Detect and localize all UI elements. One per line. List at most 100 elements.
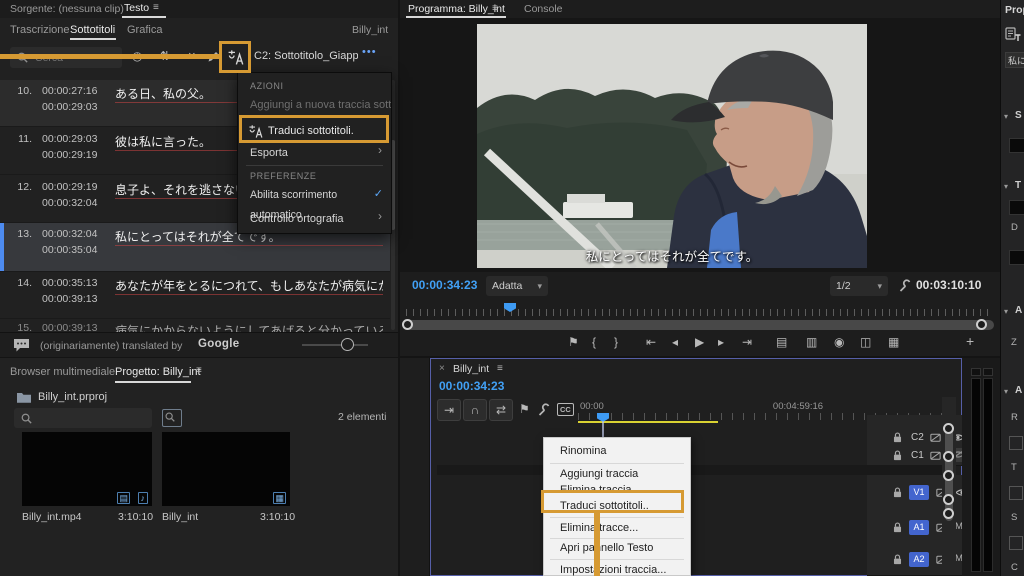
timeline-current-timecode[interactable]: 00:00:34:23 (439, 379, 504, 393)
tab-project[interactable]: Progetto: Billy_int (115, 366, 201, 378)
comparison-view-icon[interactable]: ◫ (860, 336, 871, 348)
video-frame[interactable]: 私にとってはそれが全てです。 (477, 24, 867, 268)
panel-menu-icon[interactable]: ≡ (497, 364, 503, 374)
export-frame-icon[interactable]: ◉ (834, 336, 844, 348)
menu-item-export[interactable]: Esporta (238, 143, 391, 163)
mark-out-icon[interactable]: } (614, 336, 618, 348)
track-scrollbar-strip[interactable] (942, 397, 956, 575)
track-target-badge[interactable]: A1 (909, 520, 929, 535)
snap-magnet-toggle[interactable]: ∩ (463, 399, 487, 421)
tab-media-browser[interactable]: Browser multimediale (10, 366, 115, 378)
menu-item-autoscroll[interactable]: Abilita scorrimento automatico (238, 185, 391, 205)
panel-menu-icon[interactable]: ≡ (492, 4, 498, 14)
ctx-open-text-panel[interactable]: Apri pannello Testo (544, 540, 690, 556)
sync-lock-icon[interactable] (929, 431, 942, 444)
panel-menu-icon[interactable]: ≡ (196, 366, 202, 376)
search-bin-icon[interactable] (162, 409, 182, 427)
add-marker-icon[interactable]: ⚑ (568, 336, 579, 348)
text-zoom-slider-knob[interactable] (341, 338, 354, 351)
tab-text-panel[interactable]: Testo (124, 2, 149, 14)
program-time-ruler[interactable] (406, 309, 994, 316)
menu-item-spellcheck[interactable]: Controllo ortografia (238, 209, 391, 229)
lift-icon[interactable]: ▤ (776, 336, 787, 348)
sync-lock-icon[interactable] (929, 449, 942, 462)
chevron-down-icon[interactable]: ▾ (1004, 112, 1008, 121)
panel-menu-icon[interactable]: ≡ (153, 3, 159, 13)
row-tc-out: 00:00:32:04 (42, 197, 97, 209)
chevron-down-icon[interactable]: ▾ (1004, 307, 1008, 316)
row-text[interactable]: 病気にかからないようにしてあげると分かっているでしょう。 (115, 322, 383, 332)
lock-icon[interactable] (891, 553, 904, 566)
more-options-icon[interactable]: ••• (362, 46, 377, 58)
text-properties-icon[interactable] (1005, 26, 1021, 42)
go-to-in-icon[interactable]: ⇤ (646, 336, 656, 348)
scrollbar-left-handle[interactable] (402, 319, 413, 330)
track-resize-handle[interactable] (943, 451, 954, 462)
ctx-track-settings[interactable]: Impostazioni traccia... (544, 562, 690, 576)
menu-item-add-caption-track[interactable]: Aggiungi a nuova traccia sottotitoli... (238, 95, 391, 115)
track-resize-handle[interactable] (943, 494, 954, 505)
step-forward-icon[interactable]: ▸ (718, 336, 724, 348)
project-item-thumbnail[interactable]: ▤ ♪ (22, 432, 152, 506)
lock-icon[interactable] (891, 521, 904, 534)
project-search[interactable] (14, 408, 152, 428)
insert-overwrite-toggle[interactable]: ⇥ (437, 399, 461, 421)
checkbox[interactable] (1009, 486, 1023, 500)
tab-program[interactable]: Programma: Billy_int (408, 3, 505, 15)
track-resize-handle[interactable] (943, 423, 954, 434)
settings-wrench-icon[interactable] (898, 279, 912, 293)
swatch-field[interactable] (1009, 250, 1024, 265)
tab-graphics[interactable]: Grafica (127, 24, 162, 36)
scrollbar-right-handle[interactable] (976, 319, 987, 330)
step-back-icon[interactable]: ◂ (672, 336, 678, 348)
track-name[interactable]: C2 (911, 432, 924, 443)
program-current-timecode[interactable]: 00:00:34:23 (412, 278, 477, 292)
lock-icon[interactable] (891, 449, 904, 462)
chevron-down-icon[interactable]: ▾ (1004, 182, 1008, 191)
checkbox[interactable] (1009, 536, 1023, 550)
swatch-field[interactable] (1009, 138, 1024, 153)
track-resize-handle[interactable] (943, 470, 954, 481)
caption-row[interactable]: 15. 00:00:39:13 病気にかからないようにしてあげると分かっているで… (0, 318, 390, 332)
row-text[interactable]: あなたが年をとるにつれて、もしあなたが病気にかかっても、私がその (115, 277, 383, 295)
text-zoom-slider-track[interactable] (302, 344, 368, 346)
linked-selection-toggle[interactable]: ⇄ (489, 399, 513, 421)
chevron-down-icon[interactable]: ▾ (1004, 387, 1008, 396)
item-name[interactable]: Billy_int (162, 511, 198, 523)
play-icon[interactable]: ▶ (695, 336, 704, 348)
zoom-fit-dropdown[interactable]: Adatta ▾ (486, 276, 548, 296)
program-scrollbar[interactable] (406, 320, 994, 330)
extract-icon[interactable]: ▥ (806, 336, 817, 348)
caption-text-field[interactable]: 私に (1005, 52, 1024, 68)
go-to-out-icon[interactable]: ⇥ (742, 336, 752, 348)
project-item-thumbnail[interactable]: ▦ (162, 432, 290, 506)
lock-icon[interactable] (891, 486, 904, 499)
track-resize-handle[interactable] (943, 508, 954, 519)
tab-transcription[interactable]: Trascrizione (10, 24, 70, 36)
track-target-badge[interactable]: V1 (909, 485, 929, 500)
captions-cc-icon[interactable]: CC (557, 403, 574, 416)
ctx-add-track[interactable]: Aggiungi traccia (544, 466, 690, 482)
track-name[interactable]: C1 (911, 450, 924, 461)
tab-console[interactable]: Console (524, 3, 563, 15)
swatch-field[interactable] (1009, 200, 1024, 215)
close-tab-icon[interactable]: × (439, 363, 445, 374)
track-target-badge[interactable]: A2 (909, 552, 929, 567)
button-editor-plus-icon[interactable]: + (966, 334, 974, 348)
project-breadcrumb[interactable]: Billy_int.prproj (38, 391, 107, 403)
ctx-delete-tracks[interactable]: Elimina tracce... (544, 520, 690, 536)
multicam-icon[interactable]: ▦ (888, 336, 899, 348)
timeline-settings-wrench-icon[interactable] (537, 403, 551, 417)
mark-in-icon[interactable]: { (592, 336, 596, 348)
checkbox[interactable] (1009, 436, 1023, 450)
marker-icon[interactable]: ⚑ (519, 403, 530, 415)
item-name[interactable]: Billy_int.mp4 (22, 511, 82, 523)
playback-resolution-dropdown[interactable]: 1/2 ▾ (830, 276, 888, 296)
timeline-tab-label[interactable]: Billy_int (453, 363, 489, 375)
caption-track-selector[interactable]: C2: Sottotitolo_Giappo... (254, 50, 358, 62)
tab-source-monitor[interactable]: Sorgente: (nessuna clip) (10, 3, 124, 15)
tab-captions[interactable]: Sottotitoli (70, 24, 115, 36)
ctx-rename[interactable]: Rinomina (544, 443, 690, 459)
lock-icon[interactable] (891, 431, 904, 444)
caption-row[interactable]: 14. 00:00:35:13 00:00:39:13 あなたが年をとるにつれて… (0, 272, 390, 319)
